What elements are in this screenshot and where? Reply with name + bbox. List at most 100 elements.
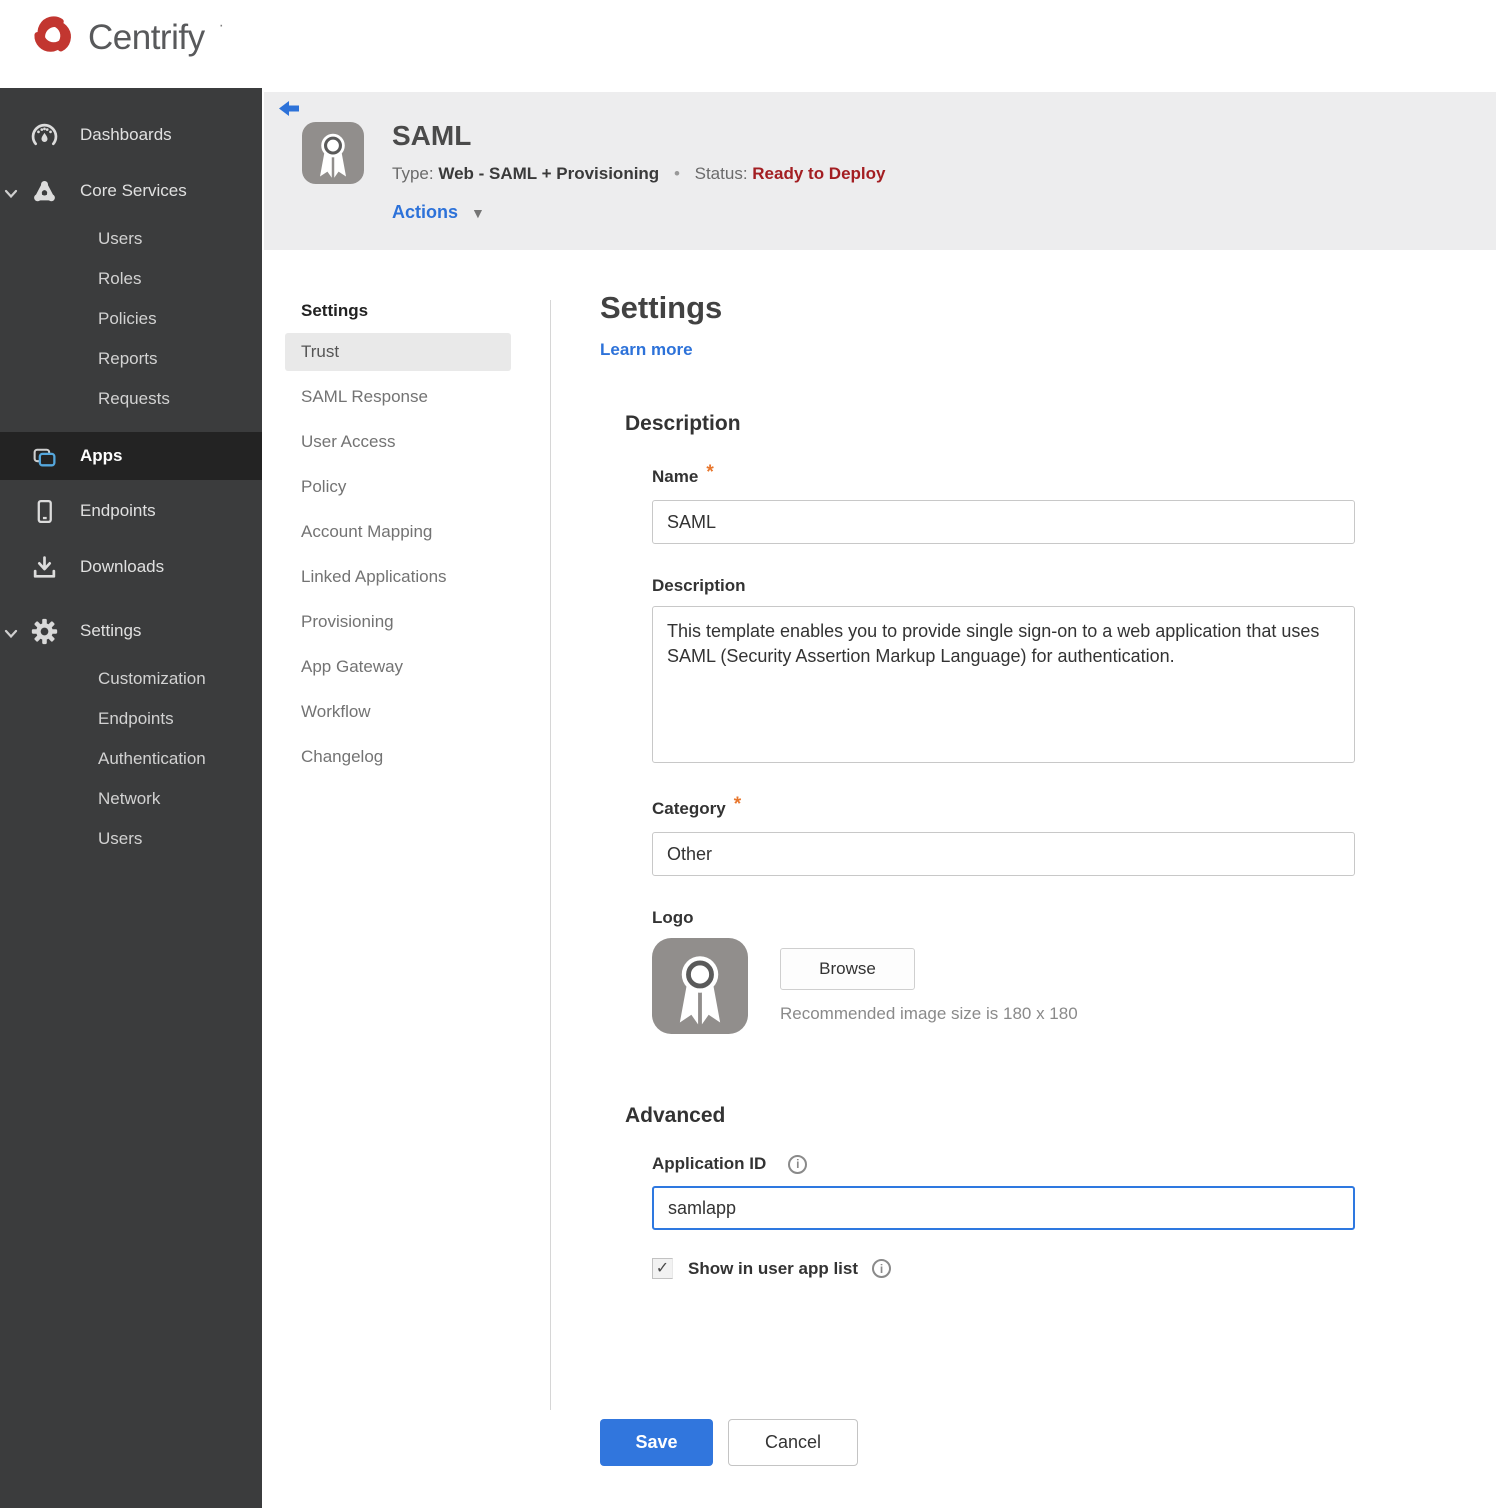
chevron-down-icon (4, 625, 18, 645)
status-label: Status: (694, 164, 748, 183)
sidebar-item-requests[interactable]: Requests (0, 379, 262, 419)
sidebar-item-label: Network (98, 789, 161, 808)
info-icon[interactable]: i (872, 1259, 892, 1278)
sidebar-item-authentication[interactable]: Authentication (0, 739, 262, 779)
sidebar-item-label: Apps (80, 446, 123, 465)
sidebar-item-users-settings[interactable]: Users (0, 819, 262, 859)
app-header: SAML Type: Web - SAML + Provisioning • S… (264, 92, 1496, 250)
settings-subnav: Settings Trust SAML Response User Access… (285, 293, 511, 783)
subnav-item-account-mapping[interactable]: Account Mapping (285, 513, 511, 551)
show-in-app-list-label: Show in user app list (688, 1258, 859, 1278)
app-id-label: Application ID (652, 1154, 767, 1173)
required-asterisk: * (733, 794, 742, 815)
settings-form: Settings Learn more Description Name * D… (600, 290, 1370, 1466)
sidebar-item-label: Downloads (80, 557, 165, 576)
subnav-item-changelog[interactable]: Changelog (285, 738, 511, 776)
subnav-item-app-gateway[interactable]: App Gateway (285, 648, 511, 686)
app-meta: Type: Web - SAML + Provisioning • Status… (392, 164, 885, 184)
subnav-item-policy[interactable]: Policy (285, 468, 511, 506)
subnav-item-provisioning[interactable]: Provisioning (285, 603, 511, 641)
sidebar-item-roles[interactable]: Roles (0, 259, 262, 299)
sidebar-item-dashboards[interactable]: Dashboards (0, 111, 262, 159)
sidebar-item-network[interactable]: Network (0, 779, 262, 819)
cancel-button[interactable]: Cancel (728, 1419, 858, 1466)
vertical-divider (550, 300, 551, 1410)
browse-button[interactable]: Browse (780, 948, 915, 990)
subnav-item-saml-response[interactable]: SAML Response (285, 378, 511, 416)
sidebar-item-endpoints-settings[interactable]: Endpoints (0, 699, 262, 739)
type-value: Web - SAML + Provisioning (438, 164, 660, 183)
sidebar-item-label: Roles (98, 269, 142, 288)
type-label: Type: (392, 164, 434, 183)
sidebar-item-customization[interactable]: Customization (0, 659, 262, 699)
brand-logo: Centrify · (30, 12, 224, 63)
page-title: Settings (600, 290, 723, 325)
sidebar-item-label: Dashboards (80, 125, 172, 144)
mobile-device-icon (30, 498, 58, 525)
name-label-row: Name * (652, 462, 1355, 488)
save-button[interactable]: Save (600, 1419, 713, 1466)
name-field[interactable] (652, 500, 1355, 544)
logo-size-hint: Recommended image size is 180 x 180 (780, 1004, 1078, 1023)
sidebar-item-label: Requests (98, 389, 170, 408)
subnav-item-linked-applications[interactable]: Linked Applications (285, 558, 511, 596)
info-icon[interactable]: i (788, 1154, 808, 1174)
sidebar-item-settings[interactable]: Settings (0, 607, 262, 655)
application-id-field[interactable] (652, 1186, 1355, 1230)
description-section-heading: Description (625, 412, 741, 435)
sidebar-item-label: Endpoints (80, 501, 156, 520)
app-id-label-row: Application ID i (652, 1154, 1355, 1174)
brand-trademark: · (218, 16, 224, 34)
name-label: Name (652, 467, 699, 486)
top-bar: Centrify · (0, 0, 1496, 88)
sidebar-item-downloads[interactable]: Downloads (0, 543, 262, 591)
required-asterisk: * (706, 462, 714, 483)
show-in-user-app-list-row: ✓ Show in user app list i (652, 1258, 1355, 1279)
status-badge: Ready to Deploy (752, 164, 886, 183)
actions-label: Actions (392, 202, 459, 222)
sidebar-item-reports[interactable]: Reports (0, 339, 262, 379)
logo-label: Logo (652, 908, 694, 927)
brand-name: Centrify (88, 17, 205, 57)
app-logo-preview (652, 938, 748, 1034)
sidebar-item-label: Core Services (80, 181, 187, 200)
gauge-icon (30, 122, 58, 149)
sidebar-item-label: Users (98, 229, 143, 248)
chevron-down-icon (4, 185, 18, 205)
download-icon (30, 554, 58, 581)
sidebar-item-label: Settings (80, 621, 142, 640)
chevron-down-icon: ▼ (471, 205, 485, 221)
sidebar-item-users[interactable]: Users (0, 219, 262, 259)
app-logo-badge (302, 122, 364, 184)
sidebar-item-label: Users (98, 829, 143, 848)
subnav-item-workflow[interactable]: Workflow (285, 693, 511, 731)
page: Centrify · Dashboards Core Services User… (0, 0, 1496, 1508)
bullet-separator: • (673, 164, 680, 183)
back-arrow-icon[interactable] (278, 100, 302, 122)
sidebar-item-label: Endpoints (98, 709, 174, 728)
gear-icon (30, 618, 58, 645)
sidebar-item-endpoints[interactable]: Endpoints (0, 487, 262, 535)
subnav-item-user-access[interactable]: User Access (285, 423, 511, 461)
subnav-item-trust[interactable]: Trust (285, 333, 511, 371)
sidebar-item-policies[interactable]: Policies (0, 299, 262, 339)
category-field[interactable] (652, 832, 1355, 876)
sidebar-item-label: Reports (98, 349, 158, 368)
description-field[interactable]: This template enables you to provide sin… (652, 606, 1355, 763)
form-actions: Save Cancel (600, 1419, 1370, 1466)
actions-dropdown[interactable]: Actions ▼ (392, 202, 485, 223)
learn-more-link[interactable]: Learn more (600, 340, 693, 360)
category-label-row: Category * (652, 794, 1355, 820)
logo-row: Browse Recommended image size is 180 x 1… (652, 938, 1355, 1034)
category-label: Category (652, 799, 726, 818)
show-in-app-list-checkbox[interactable]: ✓ (652, 1258, 673, 1279)
sidebar: Dashboards Core Services Users Roles Pol… (0, 88, 262, 1508)
sidebar-item-label: Customization (98, 669, 206, 688)
sidebar-item-apps[interactable]: Apps (0, 432, 262, 480)
subnav-heading: Settings (301, 301, 369, 320)
sidebar-item-core-services[interactable]: Core Services (0, 167, 262, 215)
app-title: SAML (392, 120, 472, 151)
sidebar-item-label: Authentication (98, 749, 206, 768)
advanced-section-heading: Advanced (625, 1104, 726, 1127)
centrify-swirl-icon (30, 12, 76, 63)
